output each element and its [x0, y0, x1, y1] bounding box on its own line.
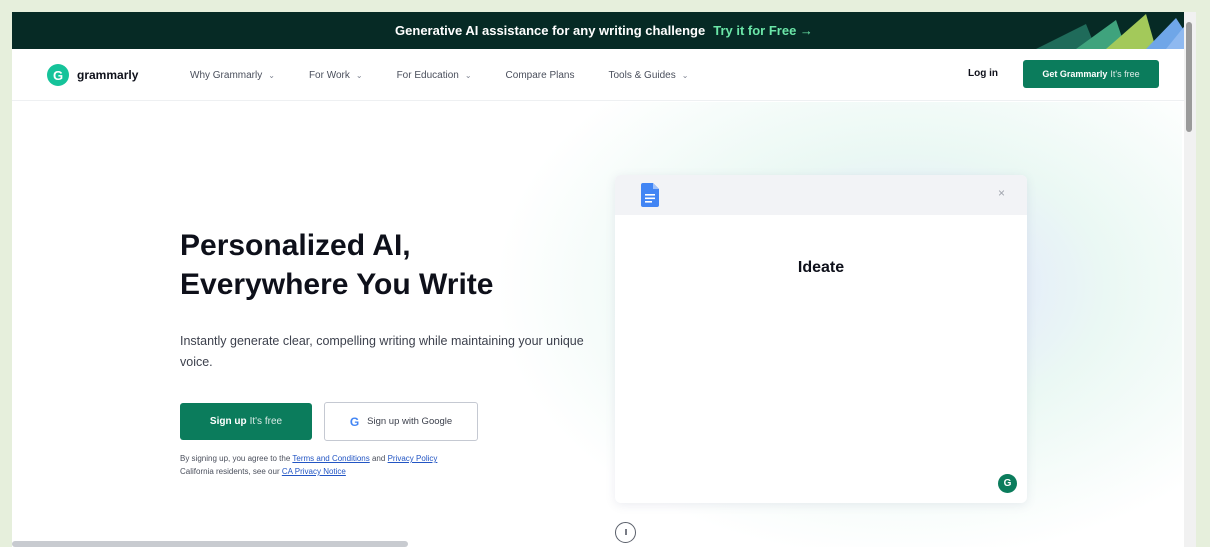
hero-subtitle: Instantly generate clear, compelling wri… [180, 334, 584, 369]
nav-item-why-grammarly[interactable]: Why Grammarly ⌄ [190, 70, 275, 81]
announcement-text: Generative AI assistance for any writing… [395, 23, 706, 38]
top-navbar: G grammarly Why Grammarly ⌄ For Work ⌄ F… [12, 49, 1196, 101]
ca-privacy-notice-link[interactable]: CA Privacy Notice [282, 467, 346, 476]
pause-icon[interactable]: II [615, 522, 636, 543]
nav-menu: Why Grammarly ⌄ For Work ⌄ For Education… [190, 49, 722, 101]
scrollbar-thumb[interactable] [1186, 22, 1192, 132]
terms-link[interactable]: Terms and Conditions [292, 454, 369, 463]
login-link[interactable]: Log in [968, 68, 998, 79]
legal-text: By signing up, you agree to the Terms an… [180, 454, 438, 476]
close-icon[interactable]: × [998, 186, 1005, 200]
google-docs-icon [641, 183, 659, 207]
nav-item-compare-plans[interactable]: Compare Plans [506, 70, 575, 81]
privacy-policy-link[interactable]: Privacy Policy [388, 454, 438, 463]
chevron-down-icon: ⌄ [681, 70, 689, 80]
demo-document-card: × Ideate G [615, 175, 1027, 503]
announcement-cta-link[interactable]: Try it for Free → [713, 23, 813, 38]
nav-item-for-education[interactable]: For Education ⌄ [397, 70, 472, 81]
chevron-down-icon: ⌄ [355, 70, 363, 80]
google-g-icon: G [349, 414, 360, 429]
browser-viewport: Generative AI assistance for any writing… [12, 12, 1196, 547]
decorative-shards-graphic [1036, 12, 1196, 49]
card-heading: Ideate [797, 259, 845, 276]
get-grammarly-button[interactable]: Get Grammarly It's free [1023, 60, 1159, 88]
nav-item-for-work[interactable]: For Work ⌄ [309, 70, 363, 81]
announcement-bar[interactable]: Generative AI assistance for any writing… [12, 12, 1196, 49]
grammarly-logo[interactable]: G grammarly [47, 64, 138, 86]
grammarly-badge-icon[interactable]: G [998, 474, 1017, 493]
horizontal-scrollbar[interactable] [12, 541, 408, 547]
chevron-down-icon: ⌄ [268, 70, 275, 80]
card-header: × [615, 175, 1027, 215]
signup-button[interactable]: Sign up It's free [180, 403, 312, 440]
hero-title: Personalized AI, Everywhere You Write [180, 229, 494, 301]
grammarly-logo-icon: G [47, 64, 69, 86]
nav-item-tools-guides[interactable]: Tools & Guides ⌄ [608, 70, 688, 81]
logo-text: grammarly [77, 68, 139, 82]
chevron-down-icon: ⌄ [464, 70, 472, 80]
vertical-scrollbar[interactable] [1184, 12, 1196, 547]
google-signup-button[interactable]: G Sign up with Google [324, 402, 478, 441]
